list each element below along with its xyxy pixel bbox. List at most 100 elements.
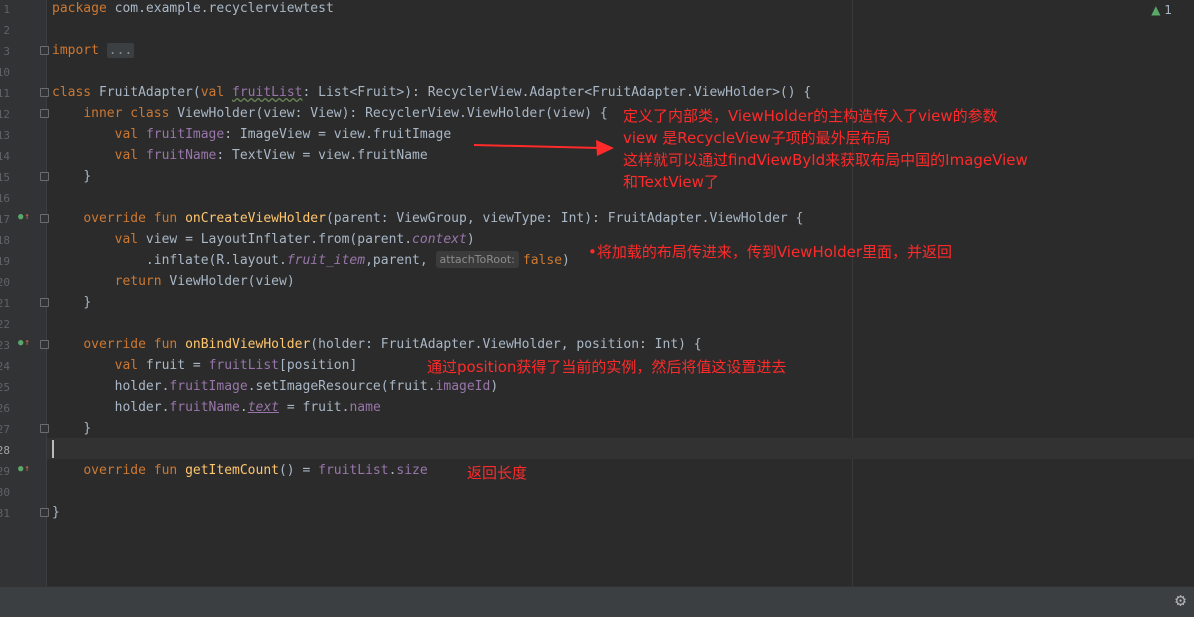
keyword: val bbox=[114, 127, 139, 142]
code-line[interactable]: inner class ViewHolder(view: View): Recy… bbox=[52, 103, 608, 124]
property-name: fruitList bbox=[208, 358, 280, 373]
line-number: 3 bbox=[3, 45, 10, 58]
fold-toggle[interactable] bbox=[40, 46, 49, 55]
code-line[interactable]: } bbox=[52, 418, 91, 439]
fold-toggle[interactable] bbox=[40, 424, 49, 433]
annotation-text: view 是RecycleView子项的最外层布局 bbox=[623, 129, 891, 147]
fold-toggle[interactable] bbox=[40, 298, 49, 307]
override-method-icon[interactable]: ●↑ bbox=[18, 333, 30, 354]
folded-imports[interactable]: ... bbox=[106, 43, 135, 58]
annotation-text: 定义了内部类，ViewHolder的主构造传入了view的参数 bbox=[623, 107, 998, 125]
code-line[interactable]: val fruit = fruitList[position] bbox=[52, 355, 358, 376]
line-number: 28 bbox=[0, 444, 10, 457]
keyword: val bbox=[114, 148, 139, 163]
annotation-text: 和TextView了 bbox=[623, 173, 719, 191]
code-line[interactable]: class FruitAdapter(val fruitList: List<F… bbox=[52, 82, 811, 103]
line-number: 31 bbox=[0, 507, 10, 520]
code-text: () = bbox=[278, 463, 319, 478]
code-text: FruitAdapter( bbox=[91, 85, 201, 100]
editor-gutter: 1 2 3 10 11 12 13 14 15 16 17 18 19 20 2… bbox=[0, 0, 49, 586]
code-line[interactable]: val fruitName: TextView = view.fruitName bbox=[52, 145, 428, 166]
line-number: 30 bbox=[0, 486, 10, 499]
line-number: 24 bbox=[0, 360, 10, 373]
code-text: ) bbox=[562, 253, 570, 268]
parameter-hint: attachToRoot: bbox=[435, 251, 519, 268]
property-name: fruitImage bbox=[169, 379, 248, 394]
keyword: return bbox=[114, 274, 162, 289]
code-line[interactable]: .inflate(R.layout.fruit_item,parent, att… bbox=[52, 250, 570, 271]
fold-toggle[interactable] bbox=[40, 214, 49, 223]
fold-toggle[interactable] bbox=[40, 109, 49, 118]
keyword: class bbox=[52, 85, 92, 100]
annotation-text: •将加载的布局传进来，传到ViewHolder里面，并返回 bbox=[588, 243, 952, 261]
code-text: ) bbox=[490, 379, 499, 394]
code-text: holder. bbox=[114, 400, 170, 415]
fold-toggle[interactable] bbox=[40, 340, 49, 349]
code-line[interactable]: override fun onCreateViewHolder(parent: … bbox=[52, 208, 803, 229]
line-number: 15 bbox=[0, 171, 10, 184]
code-line[interactable]: val view = LayoutInflater.from(parent.co… bbox=[52, 229, 475, 250]
keyword: val bbox=[114, 232, 139, 247]
code-text: = fruit. bbox=[279, 400, 350, 415]
annotation-arrow bbox=[473, 140, 614, 156]
fold-toggle[interactable] bbox=[40, 172, 49, 181]
line-number: 20 bbox=[0, 276, 10, 289]
code-line[interactable]: override fun onBindViewHolder(holder: Fr… bbox=[52, 334, 702, 355]
line-number: 1 bbox=[3, 3, 10, 16]
property-name: fruitName bbox=[145, 148, 217, 163]
code-text: ViewHolder(view) bbox=[161, 274, 295, 289]
line-number: 29 bbox=[0, 465, 10, 478]
keyword: val bbox=[114, 358, 139, 373]
warning-icon: ▲ bbox=[1151, 3, 1161, 17]
line-number: 25 bbox=[0, 381, 10, 394]
code-line[interactable]: package com.example.recyclerviewtest bbox=[52, 0, 334, 19]
code-line[interactable]: override fun getItemCount() = fruitList.… bbox=[52, 460, 427, 481]
line-number: 16 bbox=[0, 192, 10, 205]
code-text: (parent: ViewGroup, viewType: Int): Frui… bbox=[325, 211, 804, 226]
line-number: 12 bbox=[0, 108, 10, 121]
code-text: [position] bbox=[279, 358, 358, 373]
override-method-icon[interactable]: ●↑ bbox=[18, 459, 30, 480]
code-line[interactable]: holder.fruitName.text = fruit.name bbox=[52, 397, 381, 418]
annotation-text: 返回长度 bbox=[467, 464, 528, 482]
code-text: } bbox=[83, 421, 92, 436]
annotation-text: 通过position获得了当前的实例，然后将值这设置进去 bbox=[427, 358, 787, 376]
code-text: holder. bbox=[114, 379, 170, 394]
fold-toggle[interactable] bbox=[40, 88, 49, 97]
line-number: 23 bbox=[0, 339, 10, 352]
fold-toggle[interactable] bbox=[40, 508, 49, 517]
code-text: ,parent, bbox=[365, 253, 428, 268]
annotation-text: 这样就可以通过findViewById来获取布局中国的ImageView bbox=[623, 151, 1028, 169]
code-text: .inflate(R.layout. bbox=[145, 253, 287, 268]
override-method-icon[interactable]: ●↑ bbox=[18, 207, 30, 228]
code-text: (holder: FruitAdapter.ViewHolder, positi… bbox=[310, 337, 702, 352]
current-line-highlight bbox=[47, 438, 1194, 459]
code-text: ViewHolder(view: View): RecyclerView.Vie… bbox=[169, 106, 608, 121]
code-text: ) bbox=[466, 232, 475, 247]
keyword: false bbox=[522, 253, 563, 268]
italic-property: text bbox=[247, 400, 280, 415]
code-line[interactable]: } bbox=[52, 166, 91, 187]
code-line[interactable]: } bbox=[52, 502, 60, 523]
inspection-count: 1 bbox=[1164, 3, 1172, 17]
line-number: 22 bbox=[0, 318, 10, 331]
code-line[interactable]: val fruitImage: ImageView = view.fruitIm… bbox=[52, 124, 452, 145]
code-text: } bbox=[52, 505, 60, 520]
property-name: name bbox=[349, 400, 381, 415]
inspection-widget[interactable]: ▲ 1 bbox=[1151, 3, 1172, 17]
code-line[interactable]: } bbox=[52, 292, 91, 313]
keyword: val bbox=[200, 85, 225, 100]
line-number: 19 bbox=[0, 255, 10, 268]
code-text: com.example.recyclerviewtest bbox=[106, 1, 334, 16]
code-line[interactable]: holder.fruitImage.setImageResource(fruit… bbox=[52, 376, 499, 397]
gear-icon[interactable]: ⚙ bbox=[1175, 591, 1186, 611]
code-line[interactable]: return ViewHolder(view) bbox=[52, 271, 295, 292]
code-text: : List<Fruit>): RecyclerView.Adapter<Fru… bbox=[302, 85, 812, 100]
status-bar: ⚙ bbox=[0, 586, 1194, 617]
property-name: fruitList bbox=[232, 85, 303, 100]
code-text: fruit = bbox=[138, 358, 209, 373]
line-number: 10 bbox=[0, 66, 10, 79]
code-line[interactable]: import ... bbox=[52, 40, 135, 61]
line-number: 11 bbox=[0, 87, 10, 100]
keyword: package bbox=[52, 1, 107, 16]
